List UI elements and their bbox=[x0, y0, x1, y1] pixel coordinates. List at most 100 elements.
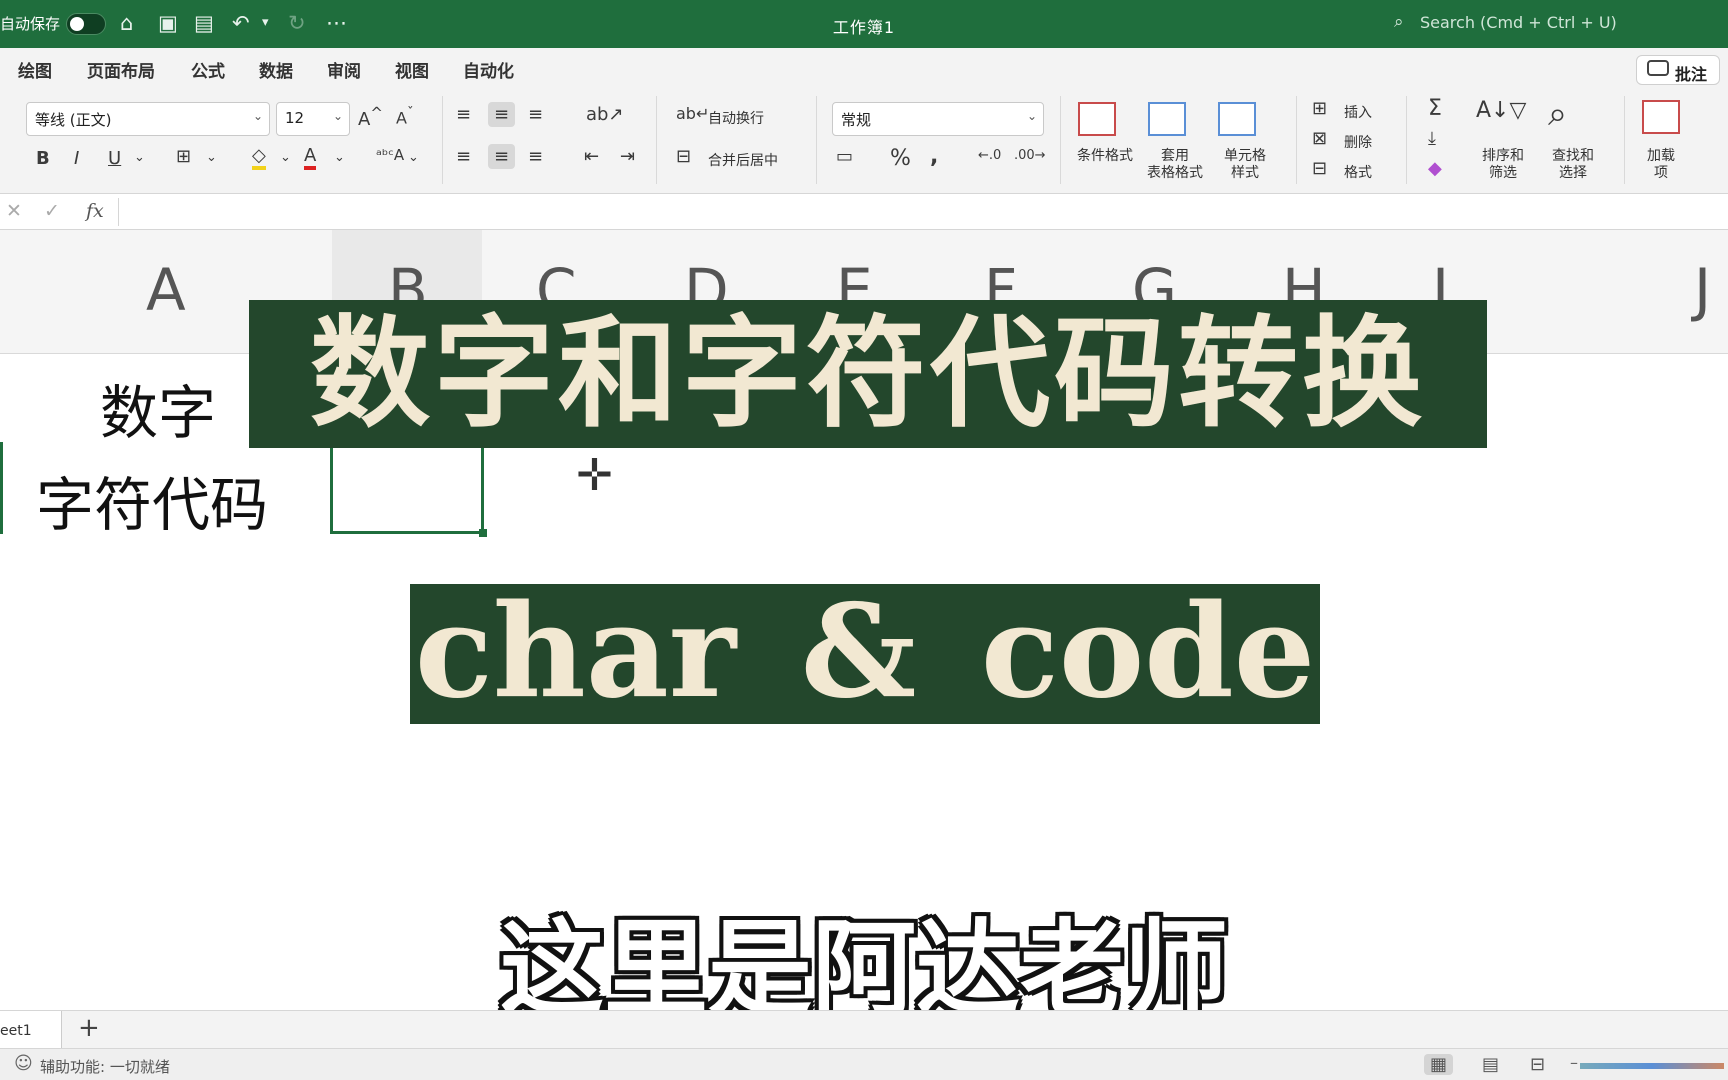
fill-down-icon[interactable]: ⤓ bbox=[1428, 128, 1436, 149]
bold-icon[interactable]: B bbox=[36, 148, 50, 169]
clear-icon[interactable]: ◆ bbox=[1428, 158, 1442, 179]
page-layout-view-icon[interactable]: ▤ bbox=[1482, 1054, 1499, 1075]
table-format-label[interactable]: 套用 表格格式 bbox=[1140, 148, 1210, 182]
accessibility-icon[interactable]: ☺ bbox=[14, 1053, 33, 1074]
comma-style-icon[interactable]: , bbox=[930, 144, 938, 169]
font-color-dropdown-icon[interactable]: ⌄ bbox=[334, 150, 345, 165]
table-format-icon[interactable] bbox=[1148, 102, 1186, 136]
tab-automate[interactable]: 自动化 bbox=[463, 57, 514, 82]
autosum-icon[interactable]: Σ bbox=[1428, 96, 1442, 121]
page-break-view-icon[interactable]: ⊟ bbox=[1530, 1054, 1545, 1075]
ribbon-divider bbox=[1296, 96, 1297, 184]
tab-review[interactable]: 审阅 bbox=[327, 57, 361, 82]
insert-cells-icon[interactable]: ⊞ bbox=[1312, 98, 1327, 119]
phonetic-icon[interactable]: ᵃᵇᶜA bbox=[376, 146, 404, 164]
percent-icon[interactable]: % bbox=[890, 146, 911, 171]
increase-decimal-icon[interactable]: ←.0 bbox=[978, 148, 1001, 163]
addins-label-line1: 加载 bbox=[1647, 148, 1675, 164]
ribbon-divider bbox=[1406, 96, 1407, 184]
addins-label-line2: 项 bbox=[1654, 165, 1668, 181]
format-cells-icon[interactable]: ⊟ bbox=[1312, 158, 1327, 179]
borders-dropdown-icon[interactable]: ⌄ bbox=[206, 150, 217, 165]
ribbon-divider bbox=[1060, 96, 1061, 184]
italic-icon[interactable]: I bbox=[74, 148, 79, 169]
search-icon: ⌕ bbox=[1394, 12, 1404, 32]
align-left-icon[interactable]: ≡ bbox=[456, 146, 471, 167]
align-bottom-icon[interactable]: ≡ bbox=[528, 104, 543, 125]
tab-view[interactable]: 视图 bbox=[395, 57, 429, 82]
selected-row-marker bbox=[0, 442, 3, 534]
ribbon-divider bbox=[1624, 96, 1625, 184]
wrap-text-button[interactable]: 自动换行 bbox=[708, 108, 764, 128]
fill-dropdown-icon[interactable]: ⌄ bbox=[280, 150, 291, 165]
wrap-text-icon[interactable]: ab↵ bbox=[676, 104, 709, 123]
cell-a2[interactable]: 字符代码 bbox=[36, 458, 268, 542]
number-format-value: 常规 bbox=[841, 111, 872, 129]
conditional-format-icon[interactable] bbox=[1078, 102, 1116, 136]
decrease-decimal-icon[interactable]: .00→ bbox=[1014, 148, 1046, 163]
sort-filter-label-line2: 筛选 bbox=[1489, 165, 1517, 181]
status-bar: ☺ 辅助功能: 一切就绪 ▦ ▤ ⊟ – bbox=[0, 1048, 1728, 1080]
font-name-select[interactable]: 等线 (正文) ⌄ bbox=[26, 102, 270, 136]
tab-data[interactable]: 数据 bbox=[259, 57, 293, 82]
format-button[interactable]: 格式 bbox=[1344, 162, 1372, 182]
underline-icon[interactable]: U bbox=[108, 148, 121, 169]
formula-divider bbox=[118, 198, 119, 226]
insert-button[interactable]: 插入 bbox=[1344, 102, 1372, 122]
active-cell-b2[interactable] bbox=[330, 442, 487, 537]
enter-icon[interactable]: ✓ bbox=[44, 200, 60, 222]
align-middle-icon[interactable]: ≡ bbox=[488, 102, 516, 127]
accounting-format-icon[interactable]: ▭ bbox=[836, 146, 853, 167]
sort-filter-label[interactable]: 排序和 筛选 bbox=[1466, 148, 1540, 182]
merge-center-icon[interactable]: ⊟ bbox=[676, 146, 691, 167]
addins-icon[interactable] bbox=[1642, 100, 1680, 134]
orientation-icon[interactable]: ab↗ bbox=[586, 104, 624, 125]
column-header-j[interactable]: J bbox=[1694, 256, 1711, 324]
merge-center-button[interactable]: 合并后居中 bbox=[708, 150, 778, 170]
increase-indent-icon[interactable]: ⇥ bbox=[620, 146, 635, 167]
delete-cells-icon[interactable]: ⊠ bbox=[1312, 128, 1327, 149]
addins-label[interactable]: 加载 项 bbox=[1628, 148, 1694, 182]
cell-style-label[interactable]: 单元格 样式 bbox=[1210, 148, 1280, 182]
sort-filter-icon[interactable]: A↓▽ bbox=[1476, 98, 1526, 123]
decrease-font-icon[interactable]: Aˇ bbox=[396, 106, 414, 127]
find-select-label[interactable]: 查找和 选择 bbox=[1536, 148, 1610, 182]
conditional-format-label[interactable]: 条件格式 bbox=[1070, 148, 1140, 165]
borders-icon[interactable]: ⊞ bbox=[176, 146, 191, 167]
cell-style-icon[interactable] bbox=[1218, 102, 1256, 136]
ribbon-divider bbox=[656, 96, 657, 184]
title-banner: 数字和字符代码转换 bbox=[249, 300, 1487, 448]
add-sheet-icon[interactable]: + bbox=[78, 1013, 100, 1043]
tab-draw[interactable]: 绘图 bbox=[18, 57, 52, 82]
underline-dropdown-icon[interactable]: ⌄ bbox=[134, 150, 145, 165]
fill-handle[interactable] bbox=[479, 529, 487, 537]
delete-button[interactable]: 删除 bbox=[1344, 132, 1372, 152]
column-header-a[interactable]: A bbox=[146, 256, 186, 324]
search-box[interactable]: ⌕ Search (Cmd + Ctrl + U) bbox=[1394, 12, 1617, 32]
fx-icon[interactable]: fx bbox=[86, 200, 104, 222]
cancel-icon[interactable]: ✕ bbox=[6, 200, 22, 222]
phonetic-dropdown-icon[interactable]: ⌄ bbox=[408, 150, 419, 165]
number-format-select[interactable]: 常规 ⌄ bbox=[832, 102, 1044, 136]
align-center-icon[interactable]: ≡ bbox=[488, 144, 516, 169]
align-right-icon[interactable]: ≡ bbox=[528, 146, 543, 167]
comments-button[interactable]: 批注 bbox=[1636, 55, 1720, 85]
find-select-icon[interactable]: ⌕ bbox=[1548, 94, 1567, 134]
font-size-select[interactable]: 12 ⌄ bbox=[276, 102, 350, 136]
table-format-label-line1: 套用 bbox=[1161, 148, 1189, 164]
sheet-tab-sheet1[interactable]: eet1 bbox=[0, 1011, 62, 1049]
fill-color-icon[interactable]: ◇ bbox=[252, 146, 266, 170]
cell-a1[interactable]: 数字 bbox=[100, 366, 216, 450]
ribbon-tabs: 绘图 页面布局 公式 数据 审阅 视图 自动化 bbox=[0, 48, 1728, 88]
tab-page-layout[interactable]: 页面布局 bbox=[87, 57, 155, 82]
align-top-icon[interactable]: ≡ bbox=[456, 104, 471, 125]
decrease-indent-icon[interactable]: ⇤ bbox=[584, 146, 599, 167]
zoom-out-icon[interactable]: – bbox=[1570, 1053, 1578, 1072]
chevron-down-icon: ⌄ bbox=[1026, 109, 1037, 123]
increase-font-icon[interactable]: A^ bbox=[358, 104, 383, 130]
font-color-icon[interactable]: A bbox=[304, 146, 317, 170]
normal-view-icon[interactable]: ▦ bbox=[1424, 1054, 1454, 1075]
cross-cursor-icon: ✛ bbox=[576, 450, 613, 501]
zoom-slider[interactable] bbox=[1580, 1063, 1724, 1069]
tab-formulas[interactable]: 公式 bbox=[191, 57, 225, 82]
